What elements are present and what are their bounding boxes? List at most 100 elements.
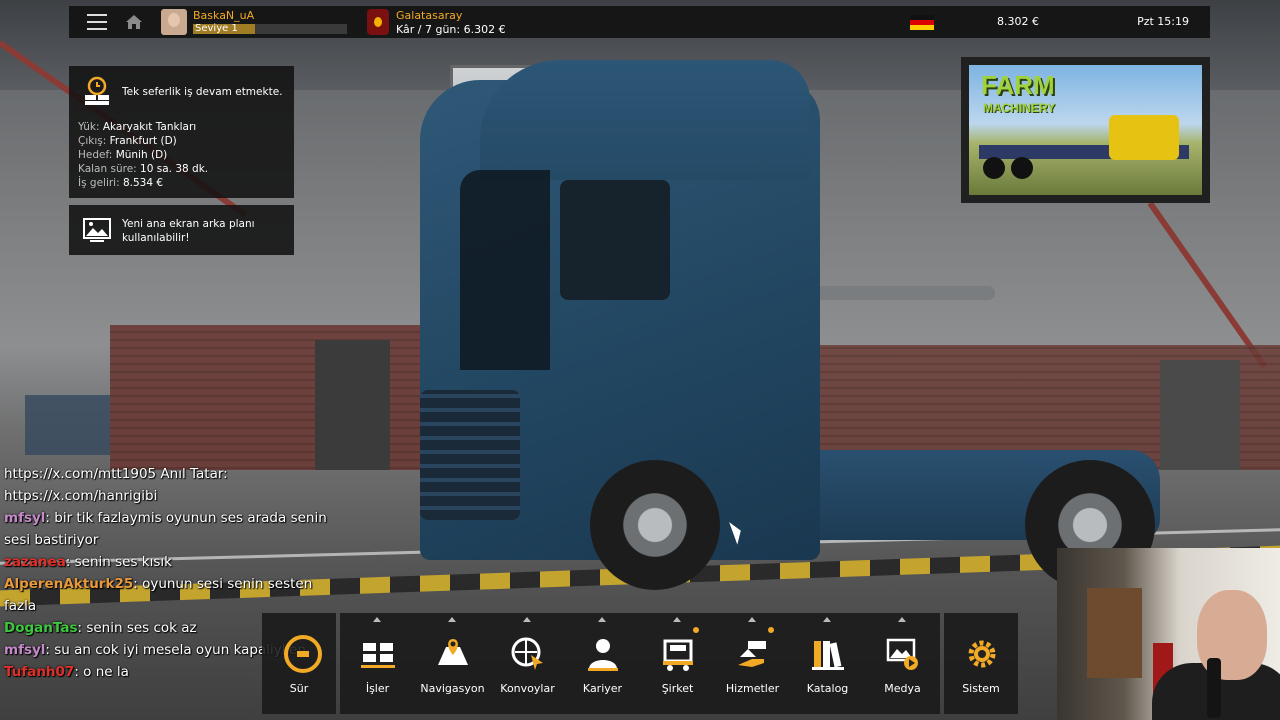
truck-exhaust: [815, 286, 995, 300]
convoy-icon: [511, 637, 543, 670]
catalog-icon: [812, 641, 844, 670]
dock-item-jobs[interactable]: İşler: [340, 613, 415, 714]
wallpaper-icon: [83, 218, 111, 242]
job-income-value: 8.534 €: [122, 177, 164, 189]
steering-wheel-icon: [284, 635, 322, 673]
home-icon[interactable]: [125, 14, 143, 30]
media-icon: [886, 638, 918, 670]
drive-label: Sür: [289, 682, 309, 695]
truck-cab-roof: [480, 60, 810, 180]
chevron-up-icon[interactable]: [898, 617, 906, 622]
dock-item-company[interactable]: Şirket: [640, 613, 715, 714]
germany-flag-icon: [910, 15, 934, 30]
garage-door: [315, 340, 390, 470]
job-cargo-key: Yük:: [78, 121, 100, 133]
services-icon: [738, 641, 766, 667]
chat-username: Tufanh07: [4, 664, 75, 680]
chat-text: : o ne la: [74, 664, 129, 680]
dock-item-navigation[interactable]: Navigasyon: [415, 613, 490, 714]
dock-item-label: Hizmetler: [725, 682, 780, 695]
job-notification[interactable]: Tek seferlik iş devam etmekte. Yük: Akar…: [69, 66, 294, 198]
level-progress-bar: Seviye 1: [193, 23, 347, 34]
chevron-up-icon[interactable]: [673, 617, 681, 622]
system-label: Sistem: [962, 682, 1000, 695]
chat-text: : senin ses kısık: [65, 554, 172, 570]
dock-item-label: Kariyer: [582, 682, 623, 695]
webcam-overlay: [1057, 548, 1280, 720]
drive-button[interactable]: Sür: [262, 613, 336, 714]
navigation-icon: [438, 639, 468, 665]
dock-item-career[interactable]: Kariyer: [565, 613, 640, 714]
chat-username: AlperenAkturk25: [4, 576, 134, 592]
truck-grille: [420, 390, 520, 520]
truck-windshield: [460, 170, 550, 370]
chevron-up-icon[interactable]: [598, 617, 606, 622]
chat-username: mfsyl: [4, 510, 46, 526]
dock-item-label: Medya: [884, 682, 921, 695]
background-notification-line1: Yeni ana ekran arka planı: [122, 218, 255, 230]
dlc-promo-banner[interactable]: FARM MACHINERY: [961, 57, 1210, 203]
background-notification[interactable]: Yeni ana ekran arka planı kullanılabilir…: [69, 205, 294, 255]
background-notification-line2: kullanılabilir!: [122, 232, 190, 244]
job-income: İş geliri: 8.534 €: [78, 176, 208, 190]
job-details: Yük: Akaryakıt Tankları Çıkış: Frankfurt…: [78, 120, 208, 190]
chat-message: mfsyl: bir tik fazlaymis oyunun ses arad…: [4, 507, 334, 551]
job-clock-icon: [85, 76, 109, 105]
company-name[interactable]: Galatasaray: [396, 9, 462, 22]
background-notification-text: Yeni ana ekran arka planı kullanılabilir…: [122, 217, 255, 245]
webcam-shelf: [1087, 588, 1142, 678]
job-cargo-value: Akaryakıt Tankları: [102, 121, 197, 133]
shelf: [25, 395, 110, 455]
truck-front-wheel: [590, 460, 720, 590]
job-notification-title: Tek seferlik iş devam etmekte.: [122, 86, 283, 98]
dock-item-services[interactable]: Hizmetler: [715, 613, 790, 714]
truck-side-window: [560, 180, 670, 300]
main-dock: İşler Navigasyon Konvoylar Kariyer Şirket Hiz…: [340, 613, 940, 714]
job-origin-value: Frankfurt (D): [109, 135, 177, 147]
company-logo-icon[interactable]: [367, 9, 389, 35]
promo-wheel: [1011, 157, 1033, 179]
chat-username: mfsyl: [4, 642, 46, 658]
system-button[interactable]: Sistem: [944, 613, 1018, 714]
chat-message: zazanea: senin ses kısık: [4, 551, 334, 573]
dock-item-convoy[interactable]: Konvoylar: [490, 613, 565, 714]
dock-item-label: İşler: [365, 682, 390, 695]
money-balance: 8.302 €: [997, 15, 1039, 28]
menu-icon[interactable]: [87, 14, 107, 30]
chat-username: DoganTas: [4, 620, 78, 636]
company-icon: [663, 639, 693, 671]
level-label: Seviye 1: [195, 23, 238, 34]
job-cargo: Yük: Akaryakıt Tankları: [78, 120, 208, 134]
dock-item-label: Katalog: [806, 682, 849, 695]
notification-dot: [693, 627, 699, 633]
promo-tractor: [1109, 115, 1179, 160]
promo-wheel: [983, 157, 1005, 179]
chat-text: https://x.com/hanrigibi: [4, 488, 158, 504]
chevron-up-icon[interactable]: [823, 617, 831, 622]
chevron-up-icon[interactable]: [373, 617, 381, 622]
promo-image: FARM MACHINERY: [969, 65, 1202, 195]
notification-dot: [768, 627, 774, 633]
chevron-up-icon[interactable]: [523, 617, 531, 622]
dock-item-catalog[interactable]: Katalog: [790, 613, 865, 714]
user-name[interactable]: BaskaN_uA: [193, 9, 254, 22]
game-clock: Pzt 15:19: [1137, 15, 1189, 28]
promo-title: FARM: [981, 70, 1055, 100]
avatar[interactable]: [161, 9, 187, 35]
chat-message: AlperenAkturk25: oyunun sesi senin seste…: [4, 573, 334, 617]
drive-dock-item[interactable]: Sür: [262, 613, 336, 714]
chat-text: : senin ses cok az: [77, 620, 197, 636]
dock-item-media[interactable]: Medya: [865, 613, 940, 714]
webcam-microphone: [1207, 658, 1221, 718]
career-icon: [588, 639, 618, 671]
gear-icon: [968, 640, 996, 668]
system-dock-item[interactable]: Sistem: [944, 613, 1018, 714]
chevron-up-icon[interactable]: [748, 617, 756, 622]
chat-username: https://x.com/mtt1905 Anıl Tatar:: [4, 466, 228, 482]
chevron-up-icon[interactable]: [448, 617, 456, 622]
job-income-key: İş geliri:: [78, 177, 120, 189]
chat-message: https://x.com/mtt1905 Anıl Tatar: https:/…: [4, 463, 334, 507]
job-destination: Hedef: Münih (D): [78, 148, 208, 162]
dock-item-label: Navigasyon: [420, 682, 485, 695]
job-destination-key: Hedef:: [78, 149, 113, 161]
